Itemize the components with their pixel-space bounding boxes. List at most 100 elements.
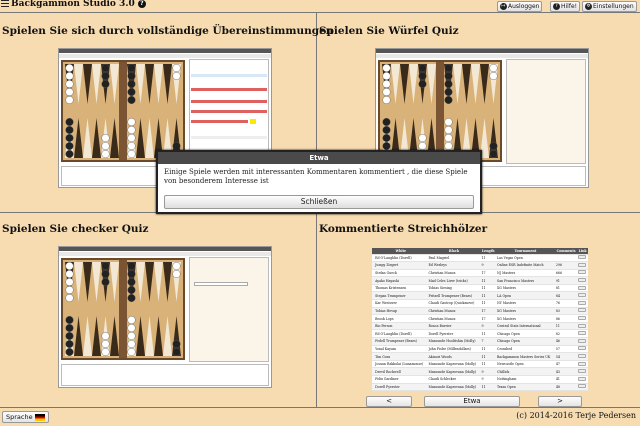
view-icon[interactable] [578,293,587,298]
view-icon[interactable] [578,384,587,389]
view-link-button[interactable] [577,322,588,331]
table-row[interactable]: Ed O'Laughlin (Dorell) Paul Magriel 11 Las … [372,254,588,263]
view-icon[interactable] [578,354,587,359]
view-icon[interactable] [578,369,587,374]
table-row[interactable]: Brook Lops Christian Munoz 17 XG Masters 86 [372,314,588,323]
checker [65,339,74,348]
view-link-button[interactable] [577,261,588,270]
quadrant-title-checker-quiz[interactable]: Spielen Sie checker Quiz [2,223,148,235]
next-page-button[interactable]: > [538,396,582,407]
checker [65,71,74,80]
table-cell: Chicago Open [496,329,555,339]
view-icon[interactable] [578,346,587,351]
view-icon[interactable] [578,255,587,260]
view-link-button[interactable] [577,307,588,316]
view-link-button[interactable] [577,383,588,392]
checker [172,141,181,150]
quadrant-title-cube-quiz[interactable]: Spielen Sie Würfel Quiz [319,25,459,37]
comment-box [61,364,269,386]
close-button[interactable]: Schließen [164,195,474,209]
view-icon[interactable] [578,262,587,267]
view-icon[interactable] [578,331,587,336]
move-row-highlight [191,110,267,113]
table-cell: Texas Open [496,383,555,392]
question-icon[interactable]: ? [137,0,146,8]
table-cell: Ed O'Laughlin (Dorell) [374,329,428,339]
checker [127,64,136,72]
table-row[interactable]: Stefan Gueck Christian Munoz 17 NJ Masters 6… [372,269,588,278]
table-row[interactable]: Jumpy Ziegert Ed Wesleys 9 Online ESR Indef… [372,261,588,270]
table-row[interactable]: Felix Gardiner Claudi Schlecker 9 Nottingha… [372,375,588,384]
table-row[interactable]: Drevil Rockwell Mazounde Kaprovana (Molly… [372,367,588,376]
table-row[interactable]: Josuan Rakkolai (Lunamouse) Mazounde Kapr… [372,360,588,369]
checker [172,339,181,348]
table-row[interactable]: Ed O'Laughlin (Dorell) Dorell Pyerster 11 C… [372,329,588,339]
table-cell: 41 [554,375,578,384]
table-cell: Thomas Kristensen [374,284,428,293]
view-icon[interactable] [578,316,587,321]
quadrant-title-full-matches[interactable]: Spielen Sie sich durch vollständige Über… [2,25,333,37]
checker [127,278,136,287]
table-body: Ed O'Laughlin (Dorell) Paul Magriel 11 Las … [372,254,588,392]
checker [127,347,136,356]
view-link-button[interactable] [577,329,588,339]
view-link-button[interactable] [577,299,588,308]
table-row[interactable]: Dorell Pyerster Mazounde Kaprovana (Molly… [372,383,588,392]
quiz-input[interactable] [194,282,248,286]
table-cell: San Francisco Masters [496,276,555,285]
table-row[interactable]: Kar Westover Claudi Gastrop (Quickmove) 11… [372,299,588,308]
view-icon[interactable] [578,361,587,366]
table-row[interactable]: Ayako Hayashi Mad Celes Liver (tricks) 11 S… [372,276,588,285]
view-icon[interactable] [578,285,587,290]
view-icon[interactable] [578,270,587,275]
table-row[interactable]: Fedell Trumpener (Bears) Mazounde Hoolits… [372,337,588,346]
table-cell: 11 [480,360,497,369]
table-row[interactable]: Yonal Kayam John Fisler (Millendollars) 11… [372,345,588,354]
dialog-message: Einige Spiele werden mit interessanten K… [164,168,468,185]
view-link-button[interactable] [577,269,588,278]
view-link-button[interactable] [577,352,588,361]
view-link-button[interactable] [577,345,588,354]
view-link-button[interactable] [577,367,588,376]
view-link-button[interactable] [577,314,588,323]
table-row[interactable]: Tim Gora Akinori Woods 11 Backgammon Master… [372,352,588,361]
top-bar: Backgammon Studio 3.0 ? ↦ Ausloggen ? Hilf… [0,0,640,12]
table-cell: John Fisler (Millendollars) [427,345,481,354]
table-row[interactable]: Stepan Trumpener Fritzell Trumpener (Bear… [372,291,588,301]
view-link-button[interactable] [577,337,588,346]
checker [127,294,136,303]
checker [65,331,74,340]
quadrant-title-annotated-matches[interactable]: Kommentierte Streichhölzer [319,223,487,235]
preview-checker-quiz[interactable] [58,246,272,388]
table-row[interactable]: Thomas Kristensen Tobias Siesing 11 XG Mast… [372,284,588,293]
view-icon[interactable] [578,323,587,328]
menu-icon[interactable] [1,0,9,7]
view-icon[interactable] [578,338,587,343]
view-link-button[interactable] [577,291,588,301]
table-row[interactable]: Bio Person Ronca Burrier 9 Central Stats In… [372,322,588,331]
view-link-button[interactable] [577,276,588,285]
quiz-options[interactable] [506,59,586,164]
language-button[interactable]: Sprache [2,411,49,423]
view-icon[interactable] [578,308,587,313]
view-icon[interactable] [578,278,587,283]
view-link-button[interactable] [577,254,588,263]
view-link-button[interactable] [577,284,588,293]
view-icon[interactable] [578,300,587,305]
checker [418,80,427,89]
quiz-options[interactable] [189,257,269,362]
table-row[interactable]: Tobias Hevap Christian Munoz 17 XG Masters 8… [372,307,588,316]
logout-button[interactable]: ↦ Ausloggen [497,1,543,12]
prev-page-button[interactable]: < [366,396,412,407]
table-cell: 84 [554,291,578,301]
move-list[interactable] [189,59,269,164]
help-button[interactable]: ? Hilfe! [550,1,581,12]
view-icon[interactable] [578,376,587,381]
move-row-marker [250,119,256,124]
settings-button[interactable]: ✲ Einstellungen [582,1,637,12]
table-cell: Felix Gardiner [374,375,428,384]
view-link-button[interactable] [577,360,588,369]
about-button[interactable]: Etwa [424,396,520,407]
gear-icon: ✲ [585,3,592,10]
view-link-button[interactable] [577,375,588,384]
